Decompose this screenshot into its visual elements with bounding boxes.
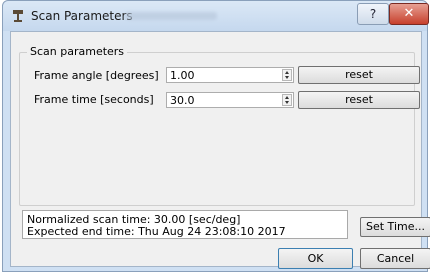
frame-angle-value: 1.00 — [170, 69, 195, 82]
scan-parameters-dialog: Scan Parameters ? ✕ Scan parameters Fram… — [2, 0, 430, 272]
title-bar[interactable]: Scan Parameters ? ✕ — [3, 1, 429, 31]
scanner-icon — [13, 10, 23, 22]
arrow-down-icon[interactable] — [285, 76, 289, 79]
frame-angle-stepper[interactable] — [282, 69, 292, 81]
close-button[interactable]: ✕ — [389, 3, 429, 25]
frame-angle-reset-button[interactable]: reset — [298, 66, 420, 84]
help-button[interactable]: ? — [357, 3, 389, 25]
status-box: Normalized scan time: 30.00 [sec/deg] Ex… — [22, 210, 348, 239]
reset-button-label: reset — [345, 68, 373, 81]
cancel-label: Cancel — [376, 252, 415, 265]
cancel-button[interactable]: Cancel — [360, 248, 430, 269]
window-title: Scan Parameters — [31, 9, 133, 23]
frame-time-reset-button[interactable]: reset — [298, 91, 420, 109]
reset-button-label: reset — [345, 93, 373, 106]
blurred-title-text — [125, 12, 217, 20]
set-time-button[interactable]: Set Time... — [360, 217, 430, 237]
ok-label: OK — [307, 252, 324, 265]
close-icon: ✕ — [403, 6, 415, 21]
frame-angle-label: Frame angle [degrees] — [34, 69, 159, 82]
expected-end-time: Expected end time: Thu Aug 24 23:08:10 2… — [27, 225, 286, 238]
dialog-client-area: Scan parameters Frame angle [degrees] 1.… — [10, 31, 430, 269]
frame-time-label: Frame time [seconds] — [34, 93, 154, 106]
frame-time-spinbox[interactable]: 30.0 — [166, 92, 294, 108]
frame-angle-spinbox[interactable]: 1.00 — [166, 67, 294, 83]
arrow-down-icon[interactable] — [285, 101, 289, 104]
frame-time-stepper[interactable] — [282, 94, 292, 106]
ok-button[interactable]: OK — [278, 248, 353, 269]
arrow-up-icon[interactable] — [285, 71, 289, 74]
set-time-label: Set Time... — [366, 220, 425, 233]
group-legend: Scan parameters — [27, 45, 128, 58]
arrow-up-icon[interactable] — [285, 96, 289, 99]
frame-time-value: 30.0 — [170, 94, 195, 107]
help-icon: ? — [369, 7, 377, 21]
